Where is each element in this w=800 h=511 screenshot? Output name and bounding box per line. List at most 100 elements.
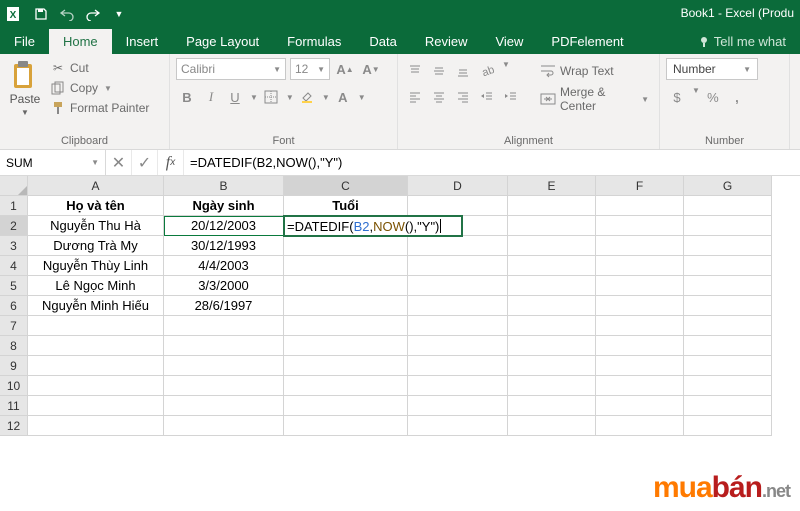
cancel-formula-button[interactable]: ✕ — [106, 150, 132, 175]
cell-C1[interactable]: Tuổi — [284, 196, 408, 216]
cell-C4[interactable] — [284, 256, 408, 276]
cell-B7[interactable] — [164, 316, 284, 336]
save-icon[interactable] — [30, 3, 52, 25]
decrease-indent-button[interactable] — [476, 86, 498, 108]
col-header-G[interactable]: G — [684, 176, 772, 196]
cell-A10[interactable] — [28, 376, 164, 396]
enter-formula-button[interactable]: ✓ — [132, 150, 158, 175]
insert-function-button[interactable]: fx — [158, 150, 184, 175]
cell-D12[interactable] — [408, 416, 508, 436]
cell-D1[interactable] — [408, 196, 508, 216]
cell-F5[interactable] — [596, 276, 684, 296]
comma-format-button[interactable]: , — [726, 86, 748, 108]
tab-data[interactable]: Data — [355, 29, 410, 54]
cell-A8[interactable] — [28, 336, 164, 356]
cell-A7[interactable] — [28, 316, 164, 336]
cell-C2[interactable]: =DATEDIF(B2,NOW(),"Y") — [284, 216, 408, 236]
row-header-9[interactable]: 9 — [0, 356, 28, 376]
cell-E7[interactable] — [508, 316, 596, 336]
borders-button[interactable] — [260, 86, 282, 108]
cell-G2[interactable] — [684, 216, 772, 236]
cut-button[interactable]: ✂Cut — [50, 60, 149, 76]
accounting-format-button[interactable]: $ — [666, 86, 688, 108]
align-bottom-button[interactable] — [452, 60, 474, 82]
col-header-F[interactable]: F — [596, 176, 684, 196]
cell-B11[interactable] — [164, 396, 284, 416]
row-header-7[interactable]: 7 — [0, 316, 28, 336]
cell-D9[interactable] — [408, 356, 508, 376]
align-top-button[interactable] — [404, 60, 426, 82]
cell-A4[interactable]: Nguyễn Thùy Linh — [28, 256, 164, 276]
col-header-A[interactable]: A — [28, 176, 164, 196]
cell-E6[interactable] — [508, 296, 596, 316]
number-format-select[interactable]: Number▼ — [666, 58, 758, 80]
align-middle-button[interactable] — [428, 60, 450, 82]
cell-F10[interactable] — [596, 376, 684, 396]
cell-F1[interactable] — [596, 196, 684, 216]
select-all-corner[interactable] — [0, 176, 28, 196]
cell-F2[interactable] — [596, 216, 684, 236]
cell-F8[interactable] — [596, 336, 684, 356]
cell-D3[interactable] — [408, 236, 508, 256]
tab-formulas[interactable]: Formulas — [273, 29, 355, 54]
cell-A1[interactable]: Họ và tên — [28, 196, 164, 216]
format-painter-button[interactable]: Format Painter — [50, 100, 149, 116]
row-header-2[interactable]: 2 — [0, 216, 28, 236]
cell-B2[interactable]: 20/12/2003 — [164, 216, 284, 236]
cell-D8[interactable] — [408, 336, 508, 356]
font-size-select[interactable]: 12▼ — [290, 58, 330, 80]
row-header-5[interactable]: 5 — [0, 276, 28, 296]
cell-A9[interactable] — [28, 356, 164, 376]
row-header-4[interactable]: 4 — [0, 256, 28, 276]
row-header-1[interactable]: 1 — [0, 196, 28, 216]
cell-G8[interactable] — [684, 336, 772, 356]
redo-icon[interactable] — [82, 3, 104, 25]
cell-A6[interactable]: Nguyễn Minh Hiếu — [28, 296, 164, 316]
cell-E3[interactable] — [508, 236, 596, 256]
tab-insert[interactable]: Insert — [112, 29, 173, 54]
cell-A2[interactable]: Nguyễn Thu Hà — [28, 216, 164, 236]
cell-G5[interactable] — [684, 276, 772, 296]
orientation-button[interactable]: ab — [476, 60, 498, 82]
cell-D4[interactable] — [408, 256, 508, 276]
cell-G11[interactable] — [684, 396, 772, 416]
row-header-3[interactable]: 3 — [0, 236, 28, 256]
cell-editor[interactable]: =DATEDIF(B2,NOW(),"Y") — [283, 215, 463, 237]
align-left-button[interactable] — [404, 86, 426, 108]
cell-G3[interactable] — [684, 236, 772, 256]
align-right-button[interactable] — [452, 86, 474, 108]
merge-center-button[interactable]: Merge & Center▼ — [536, 88, 653, 110]
cell-E10[interactable] — [508, 376, 596, 396]
cell-F3[interactable] — [596, 236, 684, 256]
cell-E4[interactable] — [508, 256, 596, 276]
col-header-E[interactable]: E — [508, 176, 596, 196]
increase-indent-button[interactable] — [500, 86, 522, 108]
cell-G6[interactable] — [684, 296, 772, 316]
tab-pdfelement[interactable]: PDFelement — [537, 29, 637, 54]
row-header-12[interactable]: 12 — [0, 416, 28, 436]
cell-A12[interactable] — [28, 416, 164, 436]
cell-C3[interactable] — [284, 236, 408, 256]
copy-button[interactable]: Copy▼ — [50, 80, 149, 96]
paste-button[interactable]: Paste ▼ — [6, 58, 44, 117]
cell-B10[interactable] — [164, 376, 284, 396]
cell-F4[interactable] — [596, 256, 684, 276]
cell-E11[interactable] — [508, 396, 596, 416]
cell-G12[interactable] — [684, 416, 772, 436]
cell-B12[interactable] — [164, 416, 284, 436]
cell-E5[interactable] — [508, 276, 596, 296]
cell-E8[interactable] — [508, 336, 596, 356]
wrap-text-button[interactable]: Wrap Text — [536, 60, 653, 82]
cell-D6[interactable] — [408, 296, 508, 316]
cell-C6[interactable] — [284, 296, 408, 316]
cell-F6[interactable] — [596, 296, 684, 316]
cell-G4[interactable] — [684, 256, 772, 276]
formula-input[interactable]: =DATEDIF(B2,NOW(),"Y") — [184, 150, 800, 175]
cell-F12[interactable] — [596, 416, 684, 436]
cell-C11[interactable] — [284, 396, 408, 416]
qat-customize-icon[interactable]: ▼ — [108, 3, 130, 25]
tab-view[interactable]: View — [481, 29, 537, 54]
font-name-select[interactable]: Calibri▼ — [176, 58, 286, 80]
cell-B8[interactable] — [164, 336, 284, 356]
cell-F7[interactable] — [596, 316, 684, 336]
